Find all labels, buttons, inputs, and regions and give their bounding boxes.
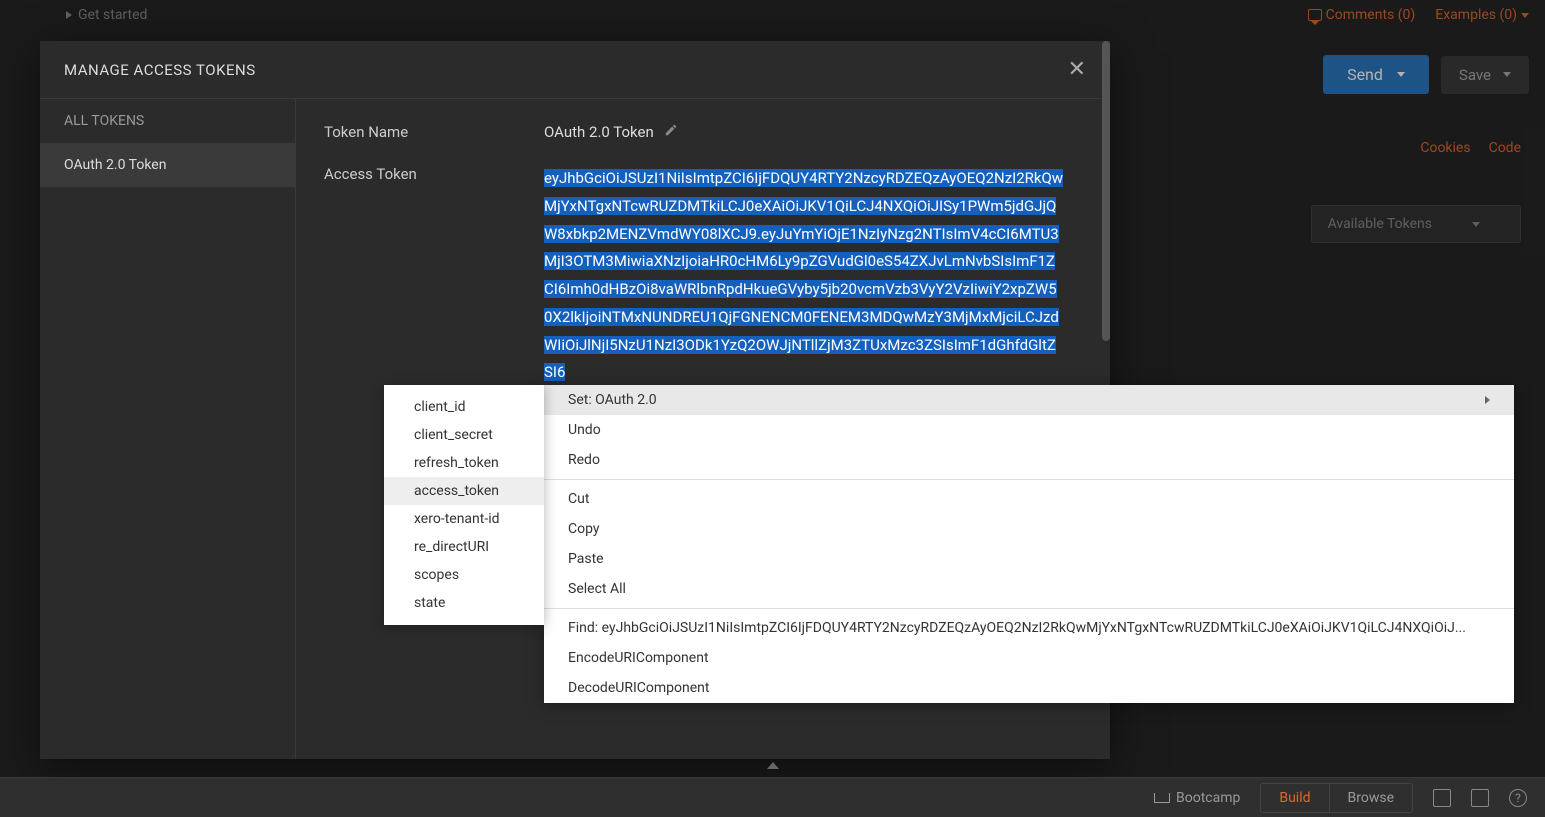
- help-icon[interactable]: ?: [1509, 789, 1527, 807]
- context-menu: Set: OAuth 2.0 Undo Redo Cut Copy Paste …: [544, 385, 1514, 703]
- menu-separator: [544, 479, 1514, 480]
- collapse-arrow-icon[interactable]: [767, 762, 779, 769]
- var-item-scopes[interactable]: scopes: [384, 561, 544, 589]
- bootcamp-link[interactable]: Bootcamp: [1154, 790, 1240, 806]
- var-item-xero-tenant-id[interactable]: xero-tenant-id: [384, 505, 544, 533]
- variable-suggestion-popup: client_id client_secret refresh_token ac…: [384, 385, 544, 625]
- sidebar-item-oauth2-token[interactable]: OAuth 2.0 Token: [40, 143, 295, 187]
- chevron-right-icon: [1485, 396, 1490, 404]
- token-name-label: Token Name: [324, 123, 544, 141]
- all-tokens-heading: ALL TOKENS: [40, 99, 295, 143]
- var-item-redirect-uri[interactable]: re_directURI: [384, 533, 544, 561]
- graduation-icon: [1154, 793, 1170, 803]
- menu-find[interactable]: Find: eyJhbGciOiJSUzI1NiIsImtpZCI6IjFDQU…: [544, 613, 1514, 643]
- menu-copy[interactable]: Copy: [544, 514, 1514, 544]
- modal-title: MANAGE ACCESS TOKENS: [64, 61, 256, 79]
- menu-separator: [544, 608, 1514, 609]
- menu-cut[interactable]: Cut: [544, 484, 1514, 514]
- keyboard-shortcuts-icon[interactable]: [1471, 789, 1489, 807]
- pencil-icon[interactable]: [664, 123, 678, 141]
- var-item-state[interactable]: state: [384, 589, 544, 617]
- close-icon[interactable]: ✕: [1068, 57, 1086, 82]
- token-sidebar: ALL TOKENS OAuth 2.0 Token: [40, 99, 296, 759]
- menu-encode-uri[interactable]: EncodeURIComponent: [544, 643, 1514, 673]
- menu-paste[interactable]: Paste: [544, 544, 1514, 574]
- menu-redo[interactable]: Redo: [544, 445, 1514, 475]
- panel-layout-icon[interactable]: [1433, 789, 1451, 807]
- token-name-value: OAuth 2.0 Token: [544, 123, 654, 141]
- bottom-bar: Bootcamp Build Browse ?: [0, 777, 1545, 817]
- var-item-access-token[interactable]: access_token: [384, 477, 544, 505]
- menu-decode-uri[interactable]: DecodeURIComponent: [544, 673, 1514, 703]
- menu-set-env[interactable]: Set: OAuth 2.0: [544, 385, 1514, 415]
- scrollbar[interactable]: [1102, 99, 1110, 341]
- build-tab[interactable]: Build: [1261, 784, 1329, 812]
- access-token-value[interactable]: eyJhbGciOiJSUzI1NiIsImtpZCI6IjFDQUY4RTY2…: [544, 165, 1064, 387]
- menu-undo[interactable]: Undo: [544, 415, 1514, 445]
- build-browse-toggle: Build Browse: [1260, 783, 1413, 813]
- var-item-client-id[interactable]: client_id: [384, 393, 544, 421]
- var-item-refresh-token[interactable]: refresh_token: [384, 449, 544, 477]
- var-item-client-secret[interactable]: client_secret: [384, 421, 544, 449]
- browse-tab[interactable]: Browse: [1330, 784, 1412, 812]
- menu-select-all[interactable]: Select All: [544, 574, 1514, 604]
- access-token-label: Access Token: [324, 165, 544, 183]
- menu-set-env-label: Set: OAuth 2.0: [568, 392, 657, 408]
- bootcamp-label: Bootcamp: [1176, 790, 1240, 806]
